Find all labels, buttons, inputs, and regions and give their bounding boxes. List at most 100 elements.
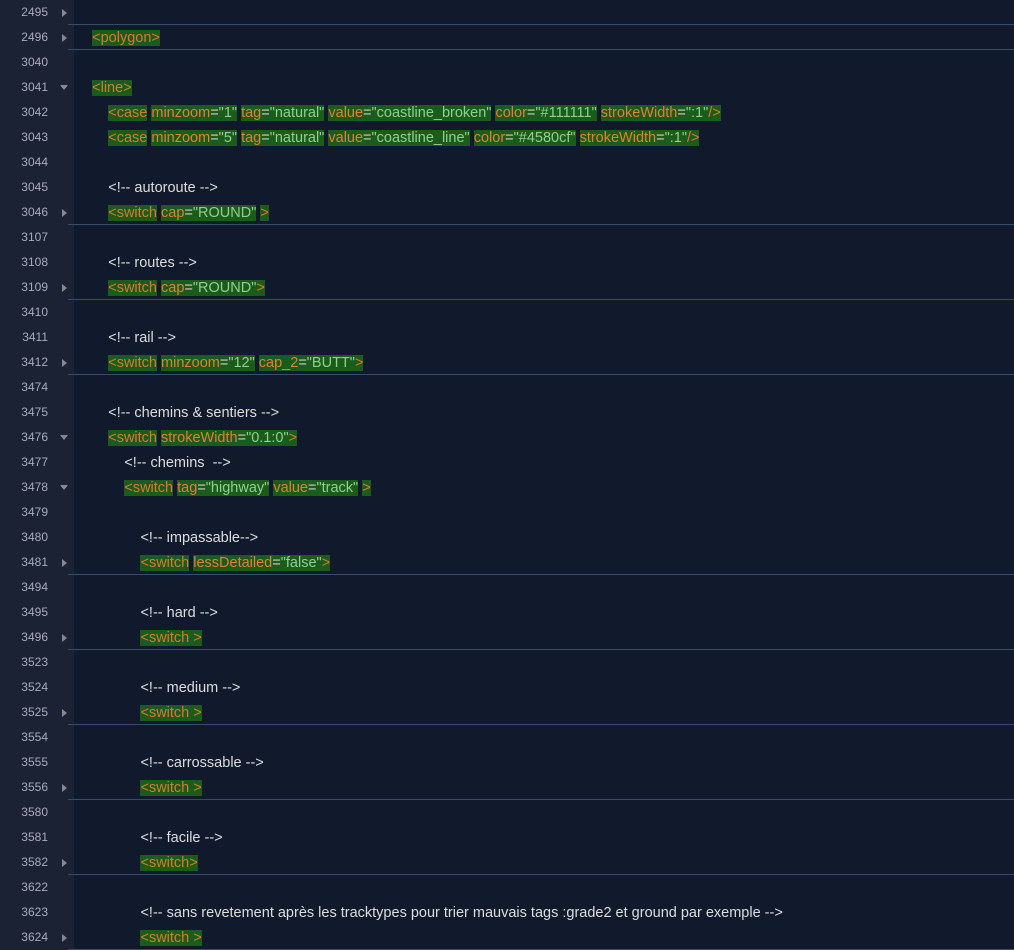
code-line[interactable]: 3622 — [0, 875, 1014, 900]
code-line[interactable]: 3046 <switch cap="ROUND" > — [0, 200, 1014, 225]
code-content[interactable] — [74, 575, 1014, 600]
code-content[interactable]: <!-- impassable--> — [74, 525, 1014, 550]
code-line[interactable]: 3481 <switch lessDetailed="false"> — [0, 550, 1014, 575]
code-content[interactable] — [74, 225, 1014, 250]
code-content[interactable]: <switch minzoom="12" cap_2="BUTT"> — [74, 350, 1014, 375]
token: > — [123, 80, 131, 96]
code-content[interactable] — [74, 725, 1014, 750]
code-content[interactable]: <!-- hard --> — [74, 600, 1014, 625]
code-line[interactable]: 3525 <switch > — [0, 700, 1014, 725]
fold-toggle[interactable] — [54, 350, 74, 375]
code-line[interactable]: 3478 <switch tag="highway" value="track"… — [0, 475, 1014, 500]
code-content[interactable]: <case minzoom="5" tag="natural" value="c… — [74, 125, 1014, 150]
code-content[interactable]: <switch > — [74, 925, 1014, 950]
code-line[interactable]: 3496 <switch > — [0, 625, 1014, 650]
code-line[interactable]: 3107 — [0, 225, 1014, 250]
fold-toggle[interactable] — [54, 775, 74, 800]
code-line[interactable]: 3554 — [0, 725, 1014, 750]
code-content[interactable]: <switch> — [74, 850, 1014, 875]
code-content[interactable]: <line> — [74, 75, 1014, 100]
fold-toggle[interactable] — [54, 550, 74, 575]
code-line[interactable]: 3624 <switch > — [0, 925, 1014, 950]
code-line[interactable]: 3556 <switch > — [0, 775, 1014, 800]
code-line[interactable]: 3044 — [0, 150, 1014, 175]
fold-toggle[interactable] — [54, 0, 74, 25]
code-content[interactable] — [74, 300, 1014, 325]
token: case — [117, 130, 148, 146]
code-content[interactable]: <switch tag="highway" value="track" > — [74, 475, 1014, 500]
code-line[interactable]: 3475 <!-- chemins & sentiers --> — [0, 400, 1014, 425]
code-content[interactable] — [74, 50, 1014, 75]
code-content[interactable]: <switch > — [74, 625, 1014, 650]
code-line[interactable]: 3524 <!-- medium --> — [0, 675, 1014, 700]
code-line[interactable]: 3109 <switch cap="ROUND"> — [0, 275, 1014, 300]
fold-toggle[interactable] — [54, 275, 74, 300]
code-line[interactable]: 3494 — [0, 575, 1014, 600]
code-line[interactable]: 3477 <!-- chemins --> — [0, 450, 1014, 475]
code-content[interactable]: <!-- chemins --> — [74, 450, 1014, 475]
fold-toggle[interactable] — [54, 925, 74, 950]
code-content[interactable]: <!-- routes --> — [74, 250, 1014, 275]
code-line[interactable]: 3108 <!-- routes --> — [0, 250, 1014, 275]
code-line[interactable]: 3495 <!-- hard --> — [0, 600, 1014, 625]
token: = — [184, 280, 192, 296]
code-content[interactable]: <!-- medium --> — [74, 675, 1014, 700]
code-line[interactable]: 3041 <line> — [0, 75, 1014, 100]
code-line[interactable]: 3042 <case minzoom="1" tag="natural" val… — [0, 100, 1014, 125]
chevron-right-icon — [62, 209, 67, 217]
code-line[interactable]: 3476 <switch strokeWidth="0.1:0"> — [0, 425, 1014, 450]
code-content[interactable] — [74, 875, 1014, 900]
fold-toggle[interactable] — [54, 850, 74, 875]
chevron-right-icon — [62, 284, 67, 292]
code-line[interactable]: 3580 — [0, 800, 1014, 825]
code-line[interactable]: 3479 — [0, 500, 1014, 525]
code-line[interactable]: 3623 <!-- sans revetement après les trac… — [0, 900, 1014, 925]
code-line[interactable]: 2496 <polygon> — [0, 25, 1014, 50]
code-line[interactable]: 3045 <!-- autoroute --> — [0, 175, 1014, 200]
token: "coastline_line" — [372, 130, 470, 146]
code-line[interactable]: 3040 — [0, 50, 1014, 75]
code-content[interactable]: <case minzoom="1" tag="natural" value="c… — [74, 100, 1014, 125]
code-content[interactable]: <polygon> — [74, 25, 1014, 50]
code-content[interactable] — [74, 650, 1014, 675]
code-line[interactable]: 3411 <!-- rail --> — [0, 325, 1014, 350]
token: < — [108, 280, 116, 296]
code-content[interactable] — [74, 375, 1014, 400]
code-content[interactable]: <switch cap="ROUND"> — [74, 275, 1014, 300]
code-editor[interactable]: 2495 2496 <polygon>3040 3041 <line>3042 … — [0, 0, 1014, 946]
code-content[interactable]: <switch strokeWidth="0.1:0"> — [74, 425, 1014, 450]
code-content[interactable] — [74, 150, 1014, 175]
code-line[interactable]: 3582 <switch> — [0, 850, 1014, 875]
fold-toggle[interactable] — [54, 700, 74, 725]
code-content[interactable]: <!-- chemins & sentiers --> — [74, 400, 1014, 425]
code-content[interactable]: <!-- facile --> — [74, 825, 1014, 850]
code-line[interactable]: 3581 <!-- facile --> — [0, 825, 1014, 850]
fold-toggle[interactable] — [54, 475, 74, 500]
code-content[interactable] — [74, 500, 1014, 525]
code-line[interactable]: 3410 — [0, 300, 1014, 325]
code-content[interactable]: <!-- rail --> — [74, 325, 1014, 350]
code-content[interactable]: <switch cap="ROUND" > — [74, 200, 1014, 225]
code-content[interactable]: <switch lessDetailed="false"> — [74, 550, 1014, 575]
code-content[interactable]: <switch > — [74, 700, 1014, 725]
fold-toggle[interactable] — [54, 200, 74, 225]
code-content[interactable] — [74, 0, 1014, 25]
fold-toggle[interactable] — [54, 425, 74, 450]
code-line[interactable]: 3555 <!-- carrossable --> — [0, 750, 1014, 775]
code-line[interactable]: 3523 — [0, 650, 1014, 675]
code-line[interactable]: 3480 <!-- impassable--> — [0, 525, 1014, 550]
code-content[interactable]: <!-- carrossable --> — [74, 750, 1014, 775]
fold-toggle[interactable] — [54, 625, 74, 650]
fold-toggle[interactable] — [54, 75, 74, 100]
line-number: 3043 — [0, 125, 54, 150]
code-line[interactable]: 3043 <case minzoom="5" tag="natural" val… — [0, 125, 1014, 150]
fold-toggle — [54, 875, 74, 900]
fold-toggle[interactable] — [54, 25, 74, 50]
code-line[interactable]: 3412 <switch minzoom="12" cap_2="BUTT"> — [0, 350, 1014, 375]
code-content[interactable]: <!-- sans revetement après les tracktype… — [74, 900, 1014, 925]
code-content[interactable]: <switch > — [74, 775, 1014, 800]
code-content[interactable]: <!-- autoroute --> — [74, 175, 1014, 200]
code-line[interactable]: 2495 — [0, 0, 1014, 25]
code-line[interactable]: 3474 — [0, 375, 1014, 400]
code-content[interactable] — [74, 800, 1014, 825]
